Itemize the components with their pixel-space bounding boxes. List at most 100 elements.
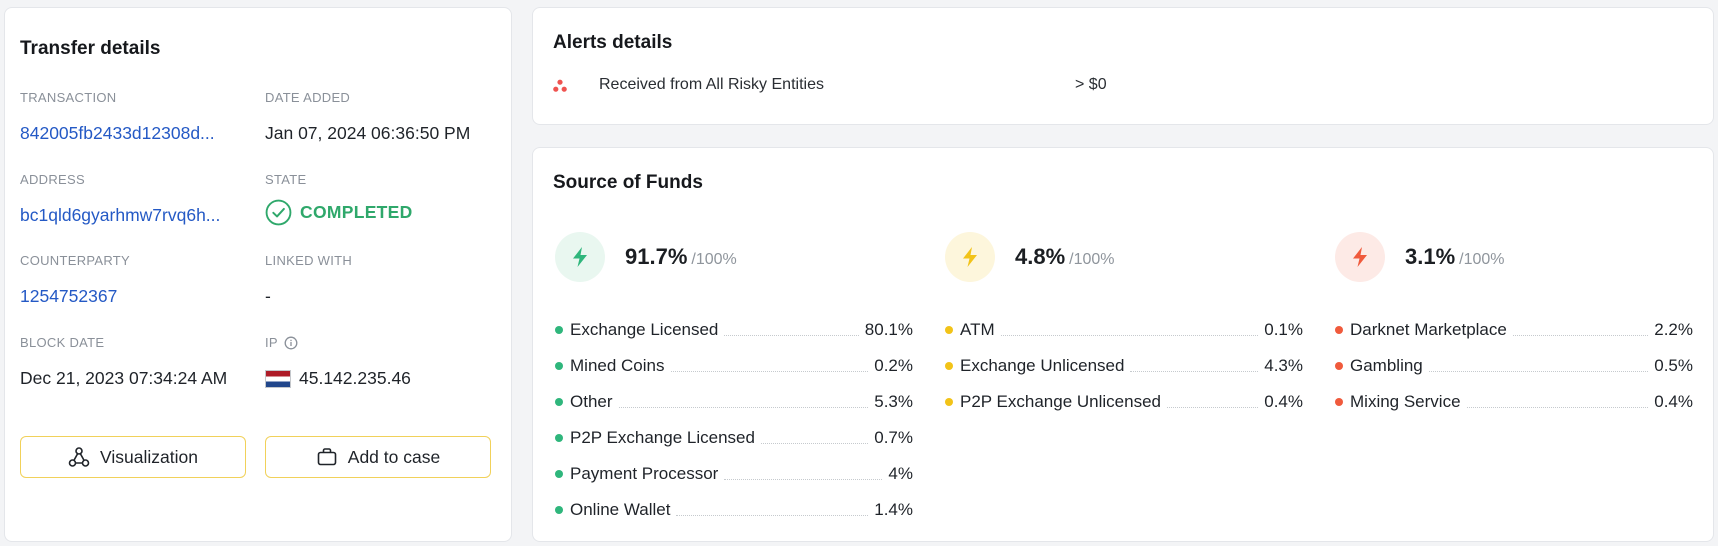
sof-percent: 91.7%/100% — [625, 244, 737, 270]
transaction-hash-link[interactable]: 842005fb2433d12308d... — [20, 123, 250, 144]
transaction-field: TRANSACTION 842005fb2433d12308d... — [20, 90, 250, 144]
linked-with-label: LINKED WITH — [265, 253, 353, 268]
transfer-details-card: Transfer details TRANSACTION 842005fb243… — [4, 7, 512, 542]
dotted-leader — [1428, 370, 1649, 372]
alert-label: Received from All Risky Entities — [599, 76, 824, 93]
green-dot-icon — [555, 434, 563, 442]
sof-item-name: Online Wallet — [570, 500, 671, 519]
linked-with-value: - — [265, 286, 271, 306]
info-icon[interactable] — [284, 336, 298, 350]
address-field: ADDRESS bc1qld6gyarhmw7rvq6h... — [20, 172, 250, 226]
ip-value-row: 45.142.235.46 — [265, 368, 495, 389]
state-field: STATE COMPLETED — [265, 172, 495, 226]
sof-item-value: 0.7% — [874, 428, 913, 447]
alerts-details-title: Alerts details — [553, 32, 673, 53]
sof-item: Gambling 0.5% — [1335, 348, 1693, 384]
dotted-leader — [1130, 370, 1259, 372]
sof-item: Exchange Licensed 80.1% — [555, 312, 913, 348]
sof-item-name: Exchange Unlicensed — [960, 356, 1125, 375]
sof-item-list: Exchange Licensed 80.1% Mined Coins 0.2% O… — [555, 312, 913, 528]
add-to-case-button[interactable]: Add to case — [265, 436, 491, 478]
red-dot-icon — [1335, 362, 1343, 370]
sof-item-value: 0.4% — [1264, 392, 1303, 411]
risk-cluster-icon — [553, 79, 567, 93]
green-dot-icon — [555, 506, 563, 514]
dotted-leader — [1512, 334, 1649, 336]
sof-summary-high-risk: 3.1%/100% — [1335, 232, 1693, 284]
yellow-dot-icon — [945, 398, 953, 406]
transfer-details-title: Transfer details — [20, 38, 161, 59]
green-dot-icon — [555, 326, 563, 334]
visualization-button[interactable]: Visualization — [20, 436, 246, 478]
sof-percent: 3.1%/100% — [1405, 244, 1505, 270]
state-text: COMPLETED — [300, 202, 413, 222]
visualization-button-label: Visualization — [100, 446, 198, 467]
lightning-icon — [945, 232, 995, 282]
address-text: bc1qld6gyarhmw7rvq6h... — [20, 205, 221, 225]
address-link[interactable]: bc1qld6gyarhmw7rvq6h... — [20, 205, 250, 226]
sof-percent-value: 3.1% — [1405, 244, 1456, 269]
sof-item-value: 2.2% — [1654, 320, 1693, 339]
sof-percent-value: 91.7% — [625, 244, 688, 269]
yellow-dot-icon — [945, 326, 953, 334]
sof-column-medium-risk: 4.8%/100% ATM 0.1% Exchange Unlicensed 4.3… — [945, 232, 1303, 411]
sof-item: P2P Exchange Unlicensed 0.4% — [945, 384, 1303, 420]
sof-item-value: 0.5% — [1654, 356, 1693, 375]
sof-percent-of: /100% — [1459, 251, 1505, 268]
sof-item-name: Darknet Marketplace — [1350, 320, 1507, 339]
transaction-label: TRANSACTION — [20, 90, 117, 105]
alert-value: > $0 — [1075, 76, 1107, 93]
dotted-leader — [676, 514, 869, 516]
sof-item: P2P Exchange Licensed 0.7% — [555, 420, 913, 456]
check-circle-icon — [265, 199, 292, 226]
alerts-details-card: Alerts details Received from All Risky E… — [532, 7, 1714, 125]
block-date-label: BLOCK DATE — [20, 335, 105, 350]
counterparty-link[interactable]: 1254752367 — [20, 286, 250, 307]
sof-item-name: ATM — [960, 320, 995, 339]
counterparty-label: COUNTERPARTY — [20, 253, 131, 268]
red-dot-icon — [1335, 398, 1343, 406]
sof-item-value: 0.1% — [1264, 320, 1303, 339]
sof-item-name: Mined Coins — [570, 356, 665, 375]
address-label: ADDRESS — [20, 172, 85, 187]
sof-item-list: ATM 0.1% Exchange Unlicensed 4.3% P2P Exch… — [945, 312, 1303, 420]
ip-label-row: IP — [265, 335, 495, 350]
date-added-field: DATE ADDED Jan 07, 2024 06:36:50 PM — [265, 90, 495, 144]
yellow-dot-icon — [945, 362, 953, 370]
dotted-leader — [1466, 406, 1649, 408]
netherlands-flag-icon — [265, 369, 291, 388]
sof-item-value: 4% — [888, 464, 913, 483]
dotted-leader — [760, 442, 869, 444]
red-dot-icon — [1335, 326, 1343, 334]
lightning-icon — [1335, 232, 1385, 282]
sof-item-name: Other — [570, 392, 613, 411]
source-of-funds-card: Source of Funds 91.7%/100% Exchange Lice… — [532, 147, 1714, 542]
sof-summary-medium-risk: 4.8%/100% — [945, 232, 1303, 284]
sof-percent-of: /100% — [1069, 251, 1115, 268]
green-dot-icon — [555, 362, 563, 370]
dotted-leader — [724, 478, 883, 480]
sof-column-low-risk: 91.7%/100% Exchange Licensed 80.1% Mined … — [555, 232, 913, 519]
sof-item-value: 4.3% — [1264, 356, 1303, 375]
dotted-leader — [724, 334, 859, 336]
state-label: STATE — [265, 172, 307, 187]
sof-item: Exchange Unlicensed 4.3% — [945, 348, 1303, 384]
sof-item-list: Darknet Marketplace 2.2% Gambling 0.5% Mix… — [1335, 312, 1693, 420]
linked-with-field: LINKED WITH - — [265, 253, 495, 307]
add-to-case-button-label: Add to case — [347, 446, 441, 467]
sof-summary-low-risk: 91.7%/100% — [555, 232, 913, 284]
ip-label: IP — [265, 335, 278, 350]
source-of-funds-title: Source of Funds — [553, 172, 703, 193]
sof-item-name: Payment Processor — [570, 464, 719, 483]
alert-row: Received from All Risky Entities > $0 — [553, 74, 1153, 98]
sof-item-value: 1.4% — [874, 500, 913, 519]
date-added-label: DATE ADDED — [265, 90, 351, 105]
sof-percent: 4.8%/100% — [1015, 244, 1115, 270]
date-added-value: Jan 07, 2024 06:36:50 PM — [265, 123, 471, 143]
sof-item-value: 0.4% — [1654, 392, 1693, 411]
green-dot-icon — [555, 470, 563, 478]
counterparty-field: COUNTERPARTY 1254752367 — [20, 253, 250, 307]
sof-item: ATM 0.1% — [945, 312, 1303, 348]
sof-item: Online Wallet 1.4% — [555, 492, 913, 528]
sof-percent-value: 4.8% — [1015, 244, 1066, 269]
